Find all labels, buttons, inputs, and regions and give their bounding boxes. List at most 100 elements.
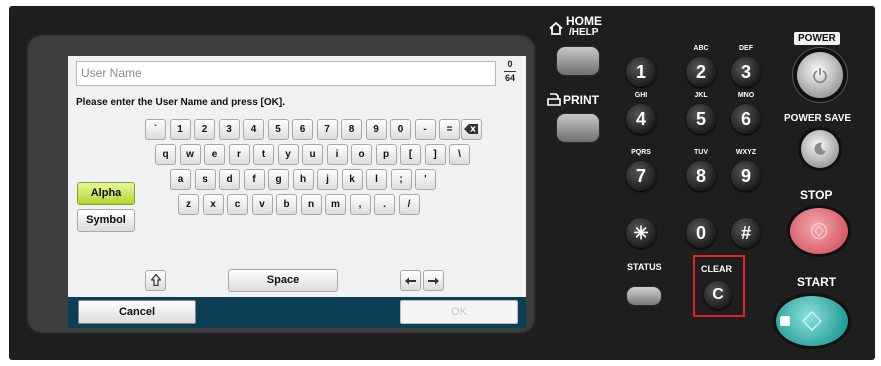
keyboard-key[interactable]: i	[326, 144, 348, 165]
keyboard-key[interactable]: ;	[390, 169, 412, 190]
keypad-key[interactable]: 5	[686, 104, 716, 134]
keypad-key[interactable]: 9	[731, 161, 761, 191]
keypad-key[interactable]: 1	[626, 57, 656, 87]
keyboard-key[interactable]: a	[170, 169, 191, 190]
keyboard-key[interactable]: z	[178, 194, 199, 215]
keyboard-key[interactable]: 3	[218, 119, 240, 140]
keypad-letters-label: GHI	[634, 92, 648, 99]
print-button[interactable]	[556, 113, 600, 143]
clear-label: CLEAR	[701, 264, 732, 274]
keypad-letters-label: PQRS	[631, 149, 651, 156]
home-help-button[interactable]	[556, 46, 600, 76]
power-button[interactable]	[797, 52, 843, 98]
start-icon	[802, 311, 822, 331]
keyboard-key[interactable]: .	[374, 194, 395, 215]
status-button[interactable]	[626, 286, 662, 306]
cancel-button[interactable]: Cancel	[78, 300, 196, 324]
keypad-key[interactable]: 4	[626, 104, 656, 134]
keyboard-key[interactable]: 6	[292, 119, 313, 140]
keyboard-key[interactable]: n	[300, 194, 322, 215]
power-label: POWER	[794, 32, 840, 45]
stop-icon	[810, 222, 828, 240]
arrow-right-icon	[428, 277, 439, 285]
user-name-input[interactable]: User Name	[76, 61, 496, 86]
print-icon	[547, 93, 561, 106]
keyboard-key[interactable]: u	[302, 144, 323, 165]
keyboard-key[interactable]: g	[268, 169, 289, 190]
start-button[interactable]	[776, 296, 848, 346]
counter-current: 0	[507, 59, 513, 69]
keyboard-key[interactable]: 5	[267, 119, 289, 140]
keypad-key[interactable]: 7	[626, 161, 656, 191]
keyboard-key[interactable]: ]	[424, 144, 446, 165]
keypad-key[interactable]: 6	[731, 104, 761, 134]
keyboard-key[interactable]: v	[251, 194, 273, 215]
keyboard-key[interactable]: w	[179, 144, 201, 165]
cursor-left-key[interactable]	[400, 270, 421, 291]
space-key[interactable]: Space	[228, 269, 338, 292]
keyboard-key[interactable]: /	[398, 194, 420, 215]
keyboard-key[interactable]: 1	[169, 119, 191, 140]
keyboard-key[interactable]: e	[204, 144, 225, 165]
keyboard-key[interactable]: 9	[365, 119, 387, 140]
power-save-label: POWER SAVE	[784, 113, 852, 124]
keyboard-key[interactable]: r	[228, 144, 250, 165]
keypad-key[interactable]: ✳	[626, 218, 656, 248]
keypad-key[interactable]: 3	[731, 57, 761, 87]
print-label: PRINT	[563, 93, 599, 107]
keypad-key[interactable]: 0	[686, 218, 716, 248]
keyboard-key[interactable]: j	[317, 169, 338, 190]
keyboard-key[interactable]: 7	[316, 119, 338, 140]
power-icon	[813, 68, 827, 83]
clear-button[interactable]: C	[704, 281, 732, 309]
keypad-letters-label: JKL	[694, 92, 708, 99]
cursor-right-key[interactable]	[423, 270, 444, 291]
keyboard-key[interactable]: m	[325, 194, 346, 215]
keyboard-key[interactable]: q	[155, 144, 176, 165]
touch-screen: User Name 0 6 4 Please enter the User Nam…	[68, 56, 526, 328]
keyboard-key[interactable]: =	[439, 119, 460, 140]
keypad-key[interactable]: 2	[686, 57, 716, 87]
keyboard-key[interactable]: s	[194, 169, 216, 190]
keyboard-key[interactable]: c	[227, 194, 248, 215]
home-label: HOME	[566, 14, 602, 28]
keyboard-key[interactable]: [	[400, 144, 421, 165]
keyboard-key[interactable]: l	[366, 169, 387, 190]
keypad-letters-label: TUV	[694, 149, 708, 156]
keyboard-key[interactable]: 0	[390, 119, 411, 140]
keyboard-key[interactable]: o	[351, 144, 372, 165]
instruction-text: Please enter the User Name and press [OK…	[76, 97, 285, 108]
stop-label: STOP	[800, 188, 833, 202]
keyboard-key[interactable]: t	[253, 144, 274, 165]
keyboard-key[interactable]: \	[449, 144, 470, 165]
backspace-key[interactable]	[461, 119, 482, 140]
keyboard-key[interactable]: y	[277, 144, 299, 165]
keypad-letters-label: MNO	[737, 92, 755, 99]
keyboard-key[interactable]: `	[145, 119, 166, 140]
backspace-icon	[464, 124, 478, 134]
keyboard-key[interactable]: f	[243, 169, 265, 190]
keyboard-key[interactable]: 8	[341, 119, 362, 140]
keyboard-key[interactable]: 4	[243, 119, 264, 140]
keyboard-key[interactable]: -	[414, 119, 436, 140]
symbol-mode-button[interactable]: Symbol	[77, 209, 135, 232]
ok-button[interactable]: OK	[400, 300, 518, 324]
keyboard-key[interactable]: k	[341, 169, 363, 190]
stop-button[interactable]	[790, 208, 848, 254]
power-save-button[interactable]	[801, 130, 839, 168]
keyboard-key[interactable]: b	[276, 194, 297, 215]
keyboard-key[interactable]: x	[202, 194, 224, 215]
keyboard-key[interactable]: d	[219, 169, 240, 190]
keyboard-key[interactable]: p	[375, 144, 397, 165]
keypad-letters-label: DEF	[739, 45, 753, 52]
keyboard-key[interactable]: '	[415, 169, 436, 190]
keyboard-key[interactable]: 2	[194, 119, 215, 140]
keypad-key[interactable]: 8	[686, 161, 716, 191]
keyboard-key[interactable]: ,	[349, 194, 371, 215]
keyboard-key[interactable]: h	[292, 169, 314, 190]
shift-key[interactable]	[145, 270, 166, 291]
alpha-mode-button[interactable]: Alpha	[77, 182, 135, 205]
arrow-left-icon	[405, 277, 416, 285]
keypad-key[interactable]: #	[731, 218, 761, 248]
help-label: /HELP	[569, 27, 599, 38]
